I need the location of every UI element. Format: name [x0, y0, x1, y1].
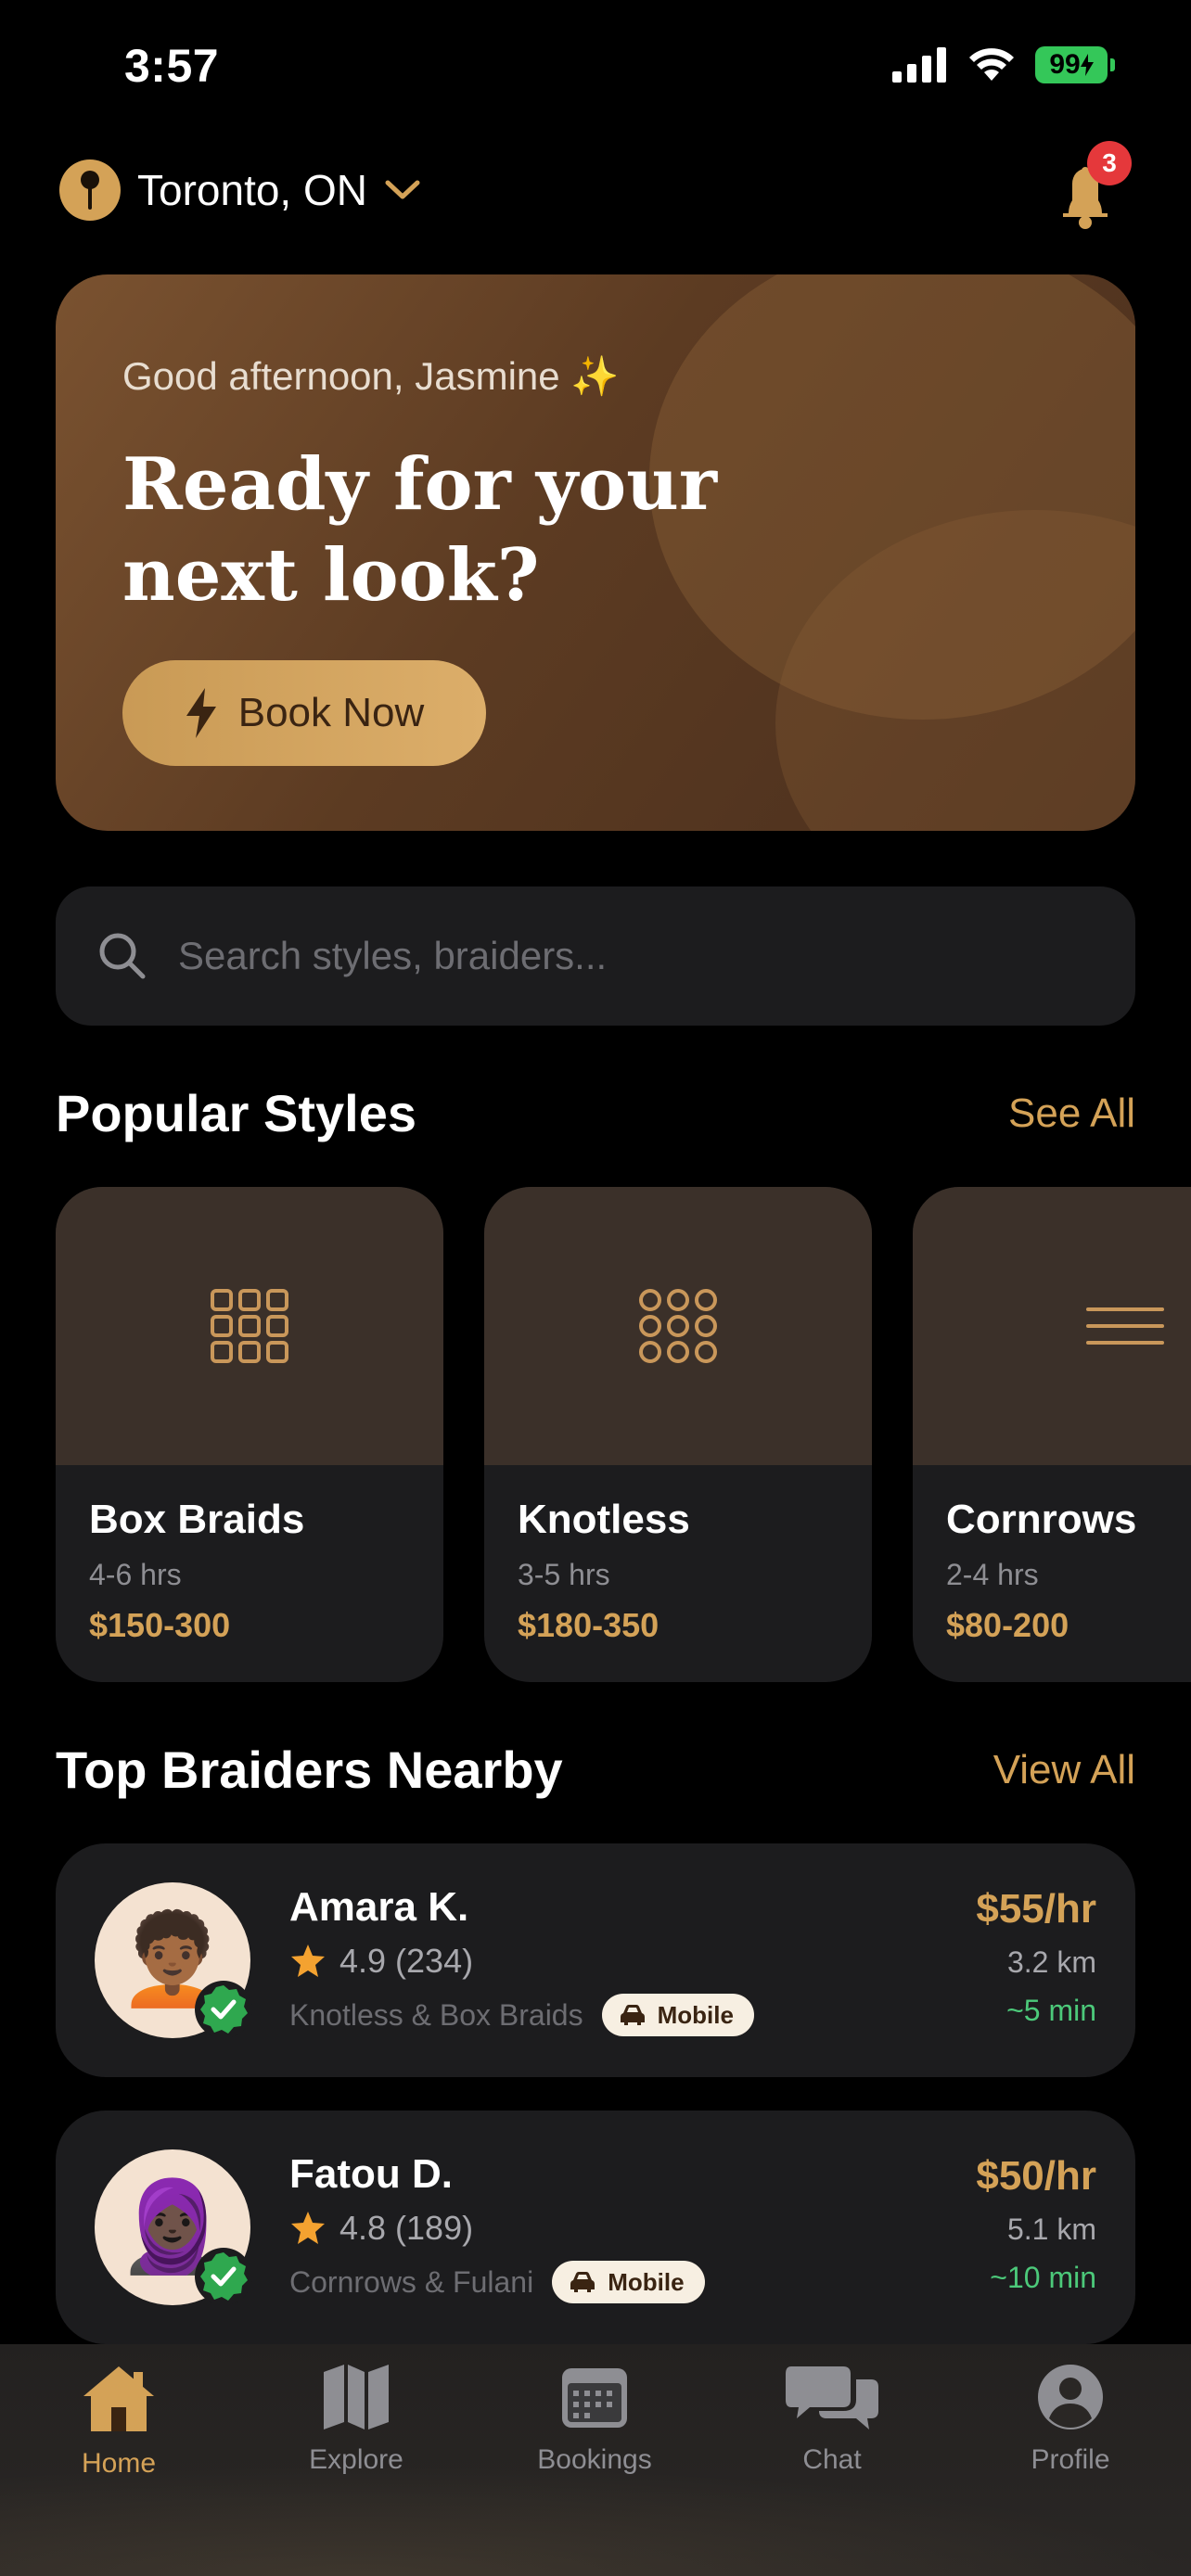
style-name: Box Braids — [89, 1497, 305, 1542]
review-count: (234) — [395, 1942, 474, 1980]
braider-specialty: Knotless & Box Braids — [289, 1997, 583, 2032]
styles-carousel[interactable]: Box Braids 4-6 hrs $150-300 Knotless 3-5… — [56, 1187, 1191, 1682]
tab-label: Chat — [802, 2444, 862, 2475]
status-icons: 99 — [892, 46, 1115, 83]
lines-icon — [1086, 1307, 1164, 1345]
car-icon — [620, 2005, 645, 2025]
notifications-button[interactable]: 3 — [1039, 141, 1132, 234]
hero-card: Good afternoon, Jasmine ✨ Ready for your… — [56, 274, 1135, 831]
calendar-icon — [562, 2368, 627, 2428]
search-input[interactable]: Search styles, braiders... — [56, 886, 1135, 1026]
hero-greeting: Good afternoon, Jasmine ✨ — [122, 354, 620, 398]
style-card-image — [913, 1187, 1191, 1465]
tab-profile[interactable]: Profile — [978, 2363, 1163, 2476]
top-braiders-title: Top Braiders Nearby — [56, 1741, 563, 1799]
hero-title: Ready for your next look? — [122, 442, 717, 618]
battery-level: 99 — [1049, 49, 1081, 80]
style-price: $150-300 — [89, 1606, 231, 1644]
tab-label: Home — [81, 2448, 157, 2479]
star-icon — [291, 2212, 325, 2244]
braider-specialty-row: Cornrows & Fulani Mobile — [289, 2261, 705, 2303]
mobile-badge-label: Mobile — [608, 2267, 685, 2296]
book-now-label: Book Now — [237, 690, 425, 735]
grid-squares-icon — [211, 1289, 288, 1363]
home-icon — [83, 2366, 154, 2431]
braider-rate: $50/hr — [976, 2153, 1096, 2199]
braider-eta: ~5 min — [1006, 1994, 1096, 2027]
battery-indicator: 99 — [1035, 46, 1115, 83]
chevron-down-icon — [385, 180, 420, 199]
car-icon — [570, 2272, 596, 2292]
tab-bookings[interactable]: Bookings — [502, 2363, 687, 2476]
profile-icon — [1038, 2365, 1103, 2429]
style-duration: 2-4 hrs — [946, 1558, 1039, 1591]
style-name: Knotless — [518, 1497, 690, 1542]
braider-card[interactable]: 🧑🏾‍🦱 Amara K. 4.9 (234) Knotless & Box B… — [56, 1843, 1135, 2077]
style-card-cornrows[interactable]: Cornrows 2-4 hrs $80-200 — [913, 1187, 1191, 1682]
search-placeholder: Search styles, braiders... — [178, 934, 608, 977]
map-icon — [324, 2365, 389, 2429]
view-all-link[interactable]: View All — [993, 1747, 1135, 1793]
braider-eta: ~10 min — [990, 2261, 1096, 2294]
style-price: $80-200 — [946, 1606, 1069, 1644]
tab-label: Explore — [309, 2444, 403, 2475]
style-name: Cornrows — [946, 1497, 1137, 1542]
book-now-button[interactable]: Book Now — [122, 660, 486, 766]
tab-explore[interactable]: Explore — [263, 2363, 449, 2476]
braider-specialty-row: Knotless & Box Braids Mobile — [289, 1994, 754, 2036]
tab-home[interactable]: Home — [26, 2363, 211, 2480]
lightning-icon — [186, 688, 216, 738]
style-price: $180-350 — [518, 1606, 660, 1644]
style-card-box-braids[interactable]: Box Braids 4-6 hrs $150-300 — [56, 1187, 443, 1682]
style-card-image — [56, 1187, 443, 1465]
wifi-icon — [969, 48, 1014, 81]
location-selector[interactable]: Toronto, ON — [59, 159, 421, 221]
braider-distance: 3.2 km — [1006, 1945, 1096, 1979]
braider-card[interactable]: 🧕🏿 Fatou D. 4.8 (189) Cornrows & Fulani … — [56, 2111, 1135, 2344]
style-card-image — [484, 1187, 872, 1465]
tab-bar: Home Explore Bookings Chat Profile — [0, 2344, 1191, 2576]
popular-styles-title: Popular Styles — [56, 1084, 417, 1142]
charging-icon — [1080, 54, 1094, 76]
style-card-knotless[interactable]: Knotless 3-5 hrs $180-350 — [484, 1187, 872, 1682]
style-duration: 4-6 hrs — [89, 1558, 182, 1591]
braider-rating: 4.8 (189) — [289, 2209, 473, 2248]
rating-value: 4.9 — [339, 1942, 387, 1980]
braider-distance: 5.1 km — [1006, 2213, 1096, 2246]
mobile-badge: Mobile — [552, 2261, 705, 2303]
tab-label: Profile — [1031, 2444, 1110, 2475]
braider-specialty: Cornrows & Fulani — [289, 2264, 534, 2299]
review-count: (189) — [395, 2209, 474, 2247]
verified-icon — [195, 2248, 252, 2305]
chat-icon — [786, 2366, 878, 2429]
status-bar: 3:57 99 — [0, 0, 1191, 139]
signal-icon — [892, 47, 946, 83]
braider-rate: $55/hr — [976, 1886, 1096, 1932]
mobile-badge: Mobile — [601, 1994, 754, 2036]
location-label: Toronto, ON — [137, 166, 367, 214]
notification-badge: 3 — [1087, 141, 1132, 185]
see-all-link[interactable]: See All — [1008, 1090, 1135, 1137]
status-time: 3:57 — [124, 40, 220, 92]
style-duration: 3-5 hrs — [518, 1558, 610, 1591]
braider-rating: 4.9 (234) — [289, 1942, 473, 1981]
tab-chat[interactable]: Chat — [739, 2363, 925, 2476]
location-pin-icon — [59, 159, 121, 221]
rating-value: 4.8 — [339, 2209, 387, 2247]
star-icon — [291, 1945, 325, 1977]
mobile-badge-label: Mobile — [657, 2000, 734, 2029]
braider-name: Amara K. — [289, 1884, 469, 1930]
search-icon — [99, 933, 146, 979]
grid-circles-icon — [639, 1289, 717, 1363]
verified-icon — [195, 1981, 252, 2038]
tab-label: Bookings — [537, 2444, 652, 2475]
braider-name: Fatou D. — [289, 2151, 453, 2197]
